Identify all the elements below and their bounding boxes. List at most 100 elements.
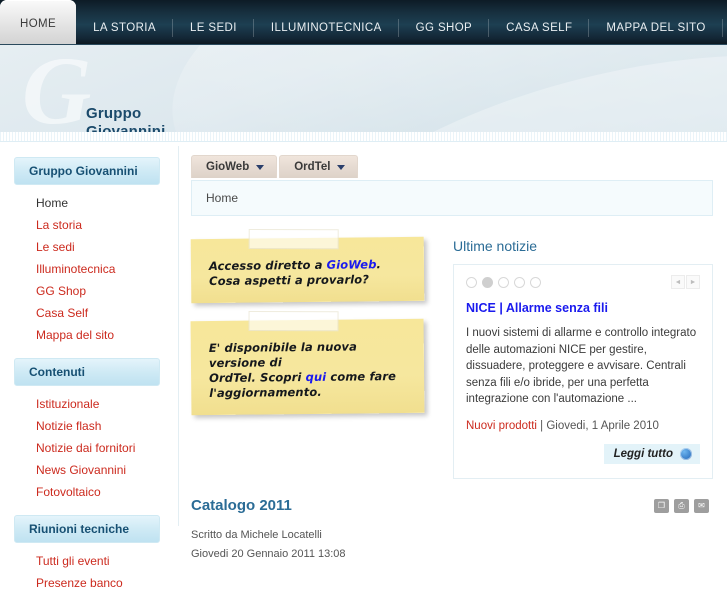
- article-author: Scritto da Michele Locatelli: [191, 528, 322, 541]
- sticky-notes-column: Accesso diretto a GioWeb. Cosa aspetti a…: [190, 236, 441, 479]
- news-slider-dots: [466, 276, 541, 288]
- sidebar-module-list: Istituzionale Notizie flash Notizie dai fo…: [14, 386, 178, 506]
- next-arrow-icon[interactable]: ►: [686, 275, 700, 289]
- logo-watermark-glyph: G: [22, 45, 92, 132]
- breadcrumb: Home: [191, 180, 713, 216]
- nav-item-mappa-del-sito[interactable]: MAPPA DEL SITO: [589, 11, 723, 45]
- nav-item-la-storia[interactable]: LA STORIA: [76, 11, 173, 45]
- sidebar-item-presenze-banco[interactable]: Presenze banco: [36, 576, 123, 590]
- news-slider-dot-1[interactable]: [466, 276, 477, 288]
- sidebar-module-title: Gruppo Giovannini: [14, 157, 160, 185]
- news-meta-separator: |: [536, 419, 547, 432]
- nav-item-home[interactable]: HOME: [0, 0, 77, 45]
- list-item[interactable]: Mappa del sito: [14, 324, 178, 346]
- list-item[interactable]: Illuminotecnica: [14, 258, 178, 280]
- sidebar-module: Riunioni tecniche Tutti gli eventi Presenz…: [14, 515, 178, 597]
- list-item[interactable]: Fotovoltaico: [14, 481, 178, 503]
- sidebar-item-tutti-gli-eventi[interactable]: Tutti gli eventi: [36, 554, 110, 568]
- latest-news-box: ◄ ► NICE | Allarme senza fili I nuovi si…: [453, 264, 713, 479]
- sidebar-item-la-storia[interactable]: La storia: [36, 218, 82, 232]
- article-section: Catalogo 2011 ❐ ⎙ ✉ Scritto da Michele Loc…: [191, 497, 713, 564]
- list-item[interactable]: Istituzionale: [14, 393, 178, 415]
- news-item-title[interactable]: NICE | Allarme senza fili: [466, 301, 700, 315]
- list-item[interactable]: News Giovannini: [14, 459, 178, 481]
- nav-item-gg-shop[interactable]: GG SHOP: [399, 11, 490, 45]
- sidebar-item-mappa-del-sito[interactable]: Mappa del sito: [36, 328, 114, 342]
- list-item[interactable]: Home: [14, 192, 178, 214]
- note1-gioweb-link[interactable]: GioWeb: [327, 257, 377, 272]
- sidebar-item-home[interactable]: Home: [36, 196, 68, 210]
- sidebar-item-gg-shop[interactable]: GG Shop: [36, 284, 86, 298]
- nav-separator: [721, 19, 723, 37]
- list-item[interactable]: Notizie dai fornitori: [14, 437, 178, 459]
- sidebar-item-le-sedi[interactable]: Le sedi: [36, 240, 75, 254]
- site-logo[interactable]: Gruppo Giovannini: [86, 105, 166, 132]
- sticky-note-gioweb-text: Accesso diretto a GioWeb. Cosa aspetti a…: [209, 257, 410, 289]
- news-slider-dot-3[interactable]: [498, 276, 509, 288]
- note2-line3: l'aggiornamento.: [209, 384, 322, 401]
- sidebar-item-news-giovannini[interactable]: News Giovannini: [36, 463, 126, 477]
- chevron-down-icon: [337, 164, 346, 170]
- news-slider-dot-4[interactable]: [514, 276, 525, 288]
- news-category-link[interactable]: Nuovi prodotti: [466, 420, 537, 432]
- sidebar-item-istituzionale[interactable]: Istituzionale: [36, 397, 99, 411]
- latest-news-heading: Ultime notizie: [453, 238, 538, 254]
- read-more-label: Leggi tutto: [613, 447, 673, 460]
- nav-item-casa-self[interactable]: CASA SELF: [489, 11, 590, 45]
- print-icon[interactable]: ⎙: [674, 498, 689, 513]
- sidebar-module-title: Contenuti: [14, 358, 160, 386]
- sticky-note-ordtel[interactable]: E' disponibile la nuova versione di OrdT…: [190, 318, 425, 416]
- note2-line1: E' disponibile la nuova versione di: [208, 339, 357, 371]
- top-navigation-bar: HOME LA STORIA LE SEDI ILLUMINOTECNICA GG SH…: [0, 0, 727, 45]
- list-item[interactable]: Presenze banco: [14, 572, 178, 594]
- note1-line1-pre: Accesso diretto a: [208, 257, 327, 274]
- sticky-note-gioweb[interactable]: Accesso diretto a GioWeb. Cosa aspetti a…: [190, 236, 425, 304]
- email-icon[interactable]: ✉: [694, 498, 709, 513]
- news-slider-dot-2[interactable]: [482, 276, 493, 288]
- nav-item-label: HOME: [20, 18, 57, 30]
- note2-line2-pre: OrdTel. Scopri: [209, 370, 306, 386]
- pdf-icon[interactable]: ❐: [654, 498, 669, 513]
- logo-line-1: Gruppo: [86, 105, 142, 122]
- list-item[interactable]: La storia: [14, 214, 178, 236]
- article-title[interactable]: Catalogo 2011: [191, 497, 292, 514]
- tab-ordtel[interactable]: OrdTel: [279, 155, 359, 178]
- chevron-down-icon: [256, 164, 265, 170]
- news-slider-arrows: ◄ ►: [671, 275, 700, 289]
- latest-news-module: Ultime notizie ◄ ► NICE | Allarme senza …: [453, 238, 713, 479]
- sidebar-module-list: Tutti gli eventi Presenze banco: [14, 543, 178, 597]
- sidebar-item-fotovoltaico[interactable]: Fotovoltaico: [36, 485, 101, 499]
- note1-line2: Cosa aspetti a provarlo?: [209, 272, 370, 289]
- note2-qui-link[interactable]: qui: [306, 370, 327, 384]
- logo-line-2: Giovannini: [86, 123, 166, 132]
- sidebar-item-casa-self[interactable]: Casa Self: [36, 306, 88, 320]
- sidebar-item-illuminotecnica[interactable]: Illuminotecnica: [36, 262, 115, 276]
- article-date: Giovedi 20 Gennaio 2011 13:08: [191, 547, 346, 560]
- globe-icon: [680, 447, 692, 460]
- sidebar-item-notizie-dai-fornitori[interactable]: Notizie dai fornitori: [36, 441, 135, 455]
- list-item[interactable]: GG Shop: [14, 280, 178, 302]
- nav-item-le-sedi[interactable]: LE SEDI: [173, 11, 254, 45]
- list-item[interactable]: Notizie flash: [14, 415, 178, 437]
- nav-item-illuminotecnica[interactable]: ILLUMINOTECNICA: [254, 11, 399, 45]
- list-item[interactable]: Le sedi: [14, 236, 178, 258]
- nav-item-label: CASA SELF: [506, 22, 573, 34]
- list-item[interactable]: Tutti gli eventi: [14, 550, 178, 572]
- list-item[interactable]: Casa Self: [14, 302, 178, 324]
- sidebar-module: Gruppo Giovannini Home La storia Le sedi Ill…: [14, 157, 178, 349]
- news-item-date: Giovedi, 1 Aprile 2010: [546, 419, 659, 432]
- sidebar-module-list: Home La storia Le sedi Illuminotecnica GG Sh…: [14, 185, 178, 349]
- note1-line1-post: .: [376, 257, 382, 272]
- breadcrumb-current: Home: [206, 191, 239, 205]
- main-content: GioWeb OrdTel Home Accesso diretto a GioW…: [179, 142, 727, 560]
- tab-gioweb[interactable]: GioWeb: [191, 155, 278, 178]
- news-slider-dot-5[interactable]: [530, 276, 541, 288]
- article-tools: ❐ ⎙ ✉: [654, 498, 709, 513]
- sidebar-item-notizie-flash[interactable]: Notizie flash: [36, 419, 101, 433]
- main-menu: HOME LA STORIA LE SEDI ILLUMINOTECNICA GG SH…: [0, 0, 727, 45]
- read-more-button[interactable]: Leggi tutto: [603, 443, 700, 464]
- prev-arrow-icon[interactable]: ◄: [671, 275, 685, 289]
- app-tabs: GioWeb OrdTel: [191, 155, 713, 178]
- sidebar-module: Contenuti Istituzionale Notizie flash Notiz…: [14, 358, 178, 506]
- left-sidebar: Gruppo Giovannini Home La storia Le sedi Ill…: [0, 142, 178, 590]
